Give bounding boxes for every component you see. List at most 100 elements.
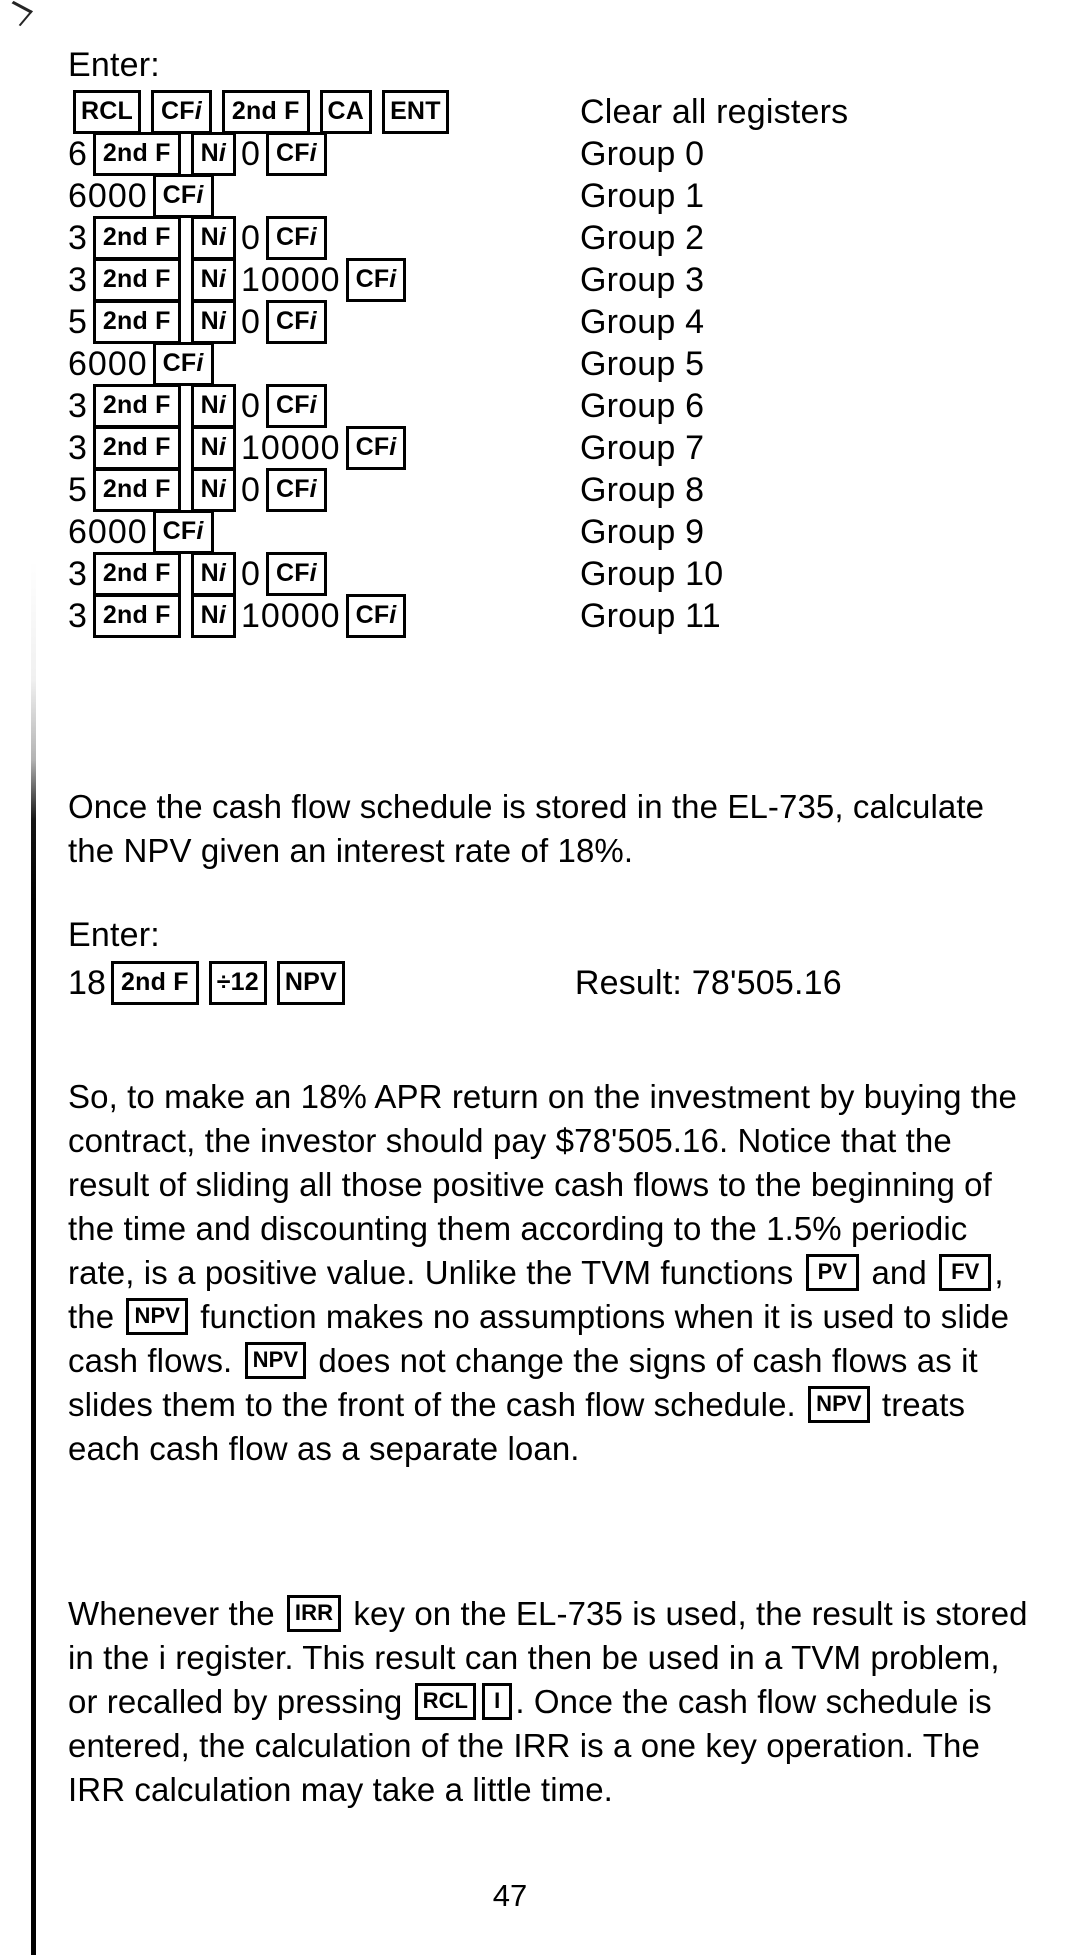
- numeric-entry: 3: [68, 429, 88, 467]
- key-sequence-description: Group 7: [580, 429, 705, 467]
- calculator-key-12-icon: ÷12: [208, 961, 267, 1005]
- key-sequence: 3 2nd F Ni 0 CFi: [68, 384, 568, 428]
- calculator-key-2nd-f-icon: 2nd F: [92, 426, 181, 470]
- key-sequence: 5 2nd F Ni 0 CFi: [68, 300, 568, 344]
- calculator-key-n-i-icon: Ni: [190, 216, 237, 260]
- key-subscript-i: i: [389, 265, 397, 293]
- numeric-entry: 3: [68, 387, 88, 425]
- keystroke-rows-container: RCL CFi 2nd F CA ENT Clear all registers 6 2nd …: [68, 90, 1018, 638]
- pv-key-glyph: PV: [805, 1253, 860, 1291]
- numeric-entry: 0: [241, 219, 261, 257]
- key-subscript-i: i: [196, 349, 204, 377]
- key-subscript-i: i: [309, 139, 317, 167]
- keystroke-row: 3 2nd F Ni 0 CFi Group 10: [68, 552, 1018, 596]
- numeric-entry: 3: [68, 261, 88, 299]
- key-subscript-i: i: [218, 391, 227, 419]
- key-sequence-description: Group 9: [580, 513, 705, 551]
- key-subscript-i: i: [218, 307, 227, 335]
- calculator-key-cf-i-icon: CFi: [152, 174, 214, 218]
- calculator-key-ca-icon: CA: [319, 90, 373, 134]
- calculator-key-2nd-f-icon: 2nd F: [111, 961, 199, 1005]
- calculator-key-cf-i-icon: CFi: [150, 90, 212, 134]
- key-subscript-i: i: [309, 391, 317, 419]
- key-sequence-description: Group 3: [580, 261, 705, 299]
- key-sequence-description: Group 1: [580, 177, 705, 215]
- key-subscript-i: i: [309, 307, 317, 335]
- keystroke-row: 5 2nd F Ni 0 CFi Group 4: [68, 300, 1018, 344]
- npv-key-sequence: 18 2nd F ÷12 NPV: [68, 961, 350, 1005]
- key-subscript-i: i: [218, 601, 227, 629]
- calculator-key-2nd-f-icon: 2nd F: [92, 300, 181, 344]
- key-sequence-description: Group 2: [580, 219, 705, 257]
- numeric-entry: 10000: [241, 597, 341, 635]
- key-sequence: 3 2nd F Ni 10000 CFi: [68, 426, 568, 470]
- key-sequence: RCL CFi 2nd F CA ENT: [68, 90, 568, 134]
- key-subscript-i: i: [218, 223, 227, 251]
- calculator-key-cf-i-icon: CFi: [345, 426, 407, 470]
- key-subscript-i: i: [309, 223, 317, 251]
- calculator-key-cf-i-icon: CFi: [265, 216, 327, 260]
- npv-keystroke-line: 18 2nd F ÷12 NPV Result: 78'505.16: [68, 961, 1028, 1005]
- numeric-entry: 3: [68, 597, 88, 635]
- numeric-entry: 0: [241, 303, 261, 341]
- calculator-key-cf-i-icon: CFi: [345, 594, 407, 638]
- calculator-key-ent-icon: ENT: [382, 90, 449, 134]
- key-sequence-description: Group 4: [580, 303, 705, 341]
- calculator-key-cf-i-icon: CFi: [152, 510, 214, 554]
- numeric-entry: 5: [68, 471, 88, 509]
- key-subscript-i: i: [218, 559, 227, 587]
- key-sequence: 6000 CFi: [68, 510, 568, 554]
- calculator-key-n-i-icon: Ni: [190, 468, 237, 512]
- key-sequence: 3 2nd F Ni 0 CFi: [68, 552, 568, 596]
- keystroke-row: 3 2nd F Ni 10000 CFi Group 11: [68, 594, 1018, 638]
- keystroke-row: 3 2nd F Ni 0 CFi Group 2: [68, 216, 1018, 260]
- key-subscript-i: i: [309, 559, 317, 587]
- keystroke-row: 5 2nd F Ni 0 CFi Group 8: [68, 468, 1018, 512]
- key-sequence: 6 2nd F Ni 0 CFi: [68, 132, 568, 176]
- key-sequence: 5 2nd F Ni 0 CFi: [68, 468, 568, 512]
- numeric-entry: 0: [241, 387, 261, 425]
- key-subscript-i: i: [389, 601, 397, 629]
- numeric-entry: 3: [68, 219, 88, 257]
- keystroke-row: 6000 CFi Group 5: [68, 342, 1018, 386]
- calculator-key-cf-i-icon: CFi: [265, 468, 327, 512]
- numeric-entry: 6000: [68, 513, 148, 551]
- npv-key-glyph-3: NPV: [808, 1385, 870, 1423]
- key-sequence-description: Group 0: [580, 135, 705, 173]
- irr-key-glyph: IRR: [286, 1594, 342, 1632]
- calculator-key-cf-i-icon: CFi: [152, 342, 214, 386]
- numeric-entry: 10000: [241, 429, 341, 467]
- numeric-entry: 5: [68, 303, 88, 341]
- key-sequence-description: Group 6: [580, 387, 705, 425]
- numeric-entry: 6: [68, 135, 88, 173]
- calculator-key-n-i-icon: Ni: [190, 552, 237, 596]
- npv-text-part2: and: [862, 1254, 937, 1291]
- paragraph-irr-explanation: Whenever the IRR key on the EL-735 is us…: [68, 1592, 1036, 1812]
- paragraph-npv-explanation: So, to make an 18% APR return on the inv…: [68, 1075, 1036, 1471]
- calculator-key-n-i-icon: Ni: [190, 384, 237, 428]
- calculator-key-2nd-f-icon: 2nd F: [92, 258, 181, 302]
- calculator-key-cf-i-icon: CFi: [265, 552, 327, 596]
- key-sequence: 6000 CFi: [68, 174, 568, 218]
- keystroke-row: 3 2nd F Ni 10000 CFi Group 3: [68, 258, 1018, 302]
- numeric-entry: 0: [241, 471, 261, 509]
- keystroke-row: 3 2nd F Ni 10000 CFi Group 7: [68, 426, 1018, 470]
- key-sequence: 6000 CFi: [68, 342, 568, 386]
- key-sequence-description: Group 5: [580, 345, 705, 383]
- npv-key-glyph-1: NPV: [126, 1297, 188, 1335]
- calculator-key-2nd-f-icon: 2nd F: [92, 132, 181, 176]
- key-subscript-i: i: [196, 181, 204, 209]
- numeric-entry: 10000: [241, 261, 341, 299]
- calculator-key-2nd-f-icon: 2nd F: [92, 594, 181, 638]
- key-subscript-i: i: [218, 139, 227, 167]
- key-subscript-i: i: [389, 433, 397, 461]
- calculator-key-n-i-icon: Ni: [190, 300, 237, 344]
- key-sequence-description: Group 10: [580, 555, 724, 593]
- calculator-key-n-i-icon: Ni: [190, 132, 237, 176]
- calculator-key-cf-i-icon: CFi: [265, 384, 327, 428]
- calculator-key-n-i-icon: Ni: [190, 426, 237, 470]
- calculator-key-2nd-f-icon: 2nd F: [92, 552, 181, 596]
- calculator-key-rcl-icon: RCL: [73, 90, 141, 134]
- calculator-key-2nd-f-icon: 2nd F: [92, 216, 181, 260]
- key-subscript-i: i: [218, 433, 227, 461]
